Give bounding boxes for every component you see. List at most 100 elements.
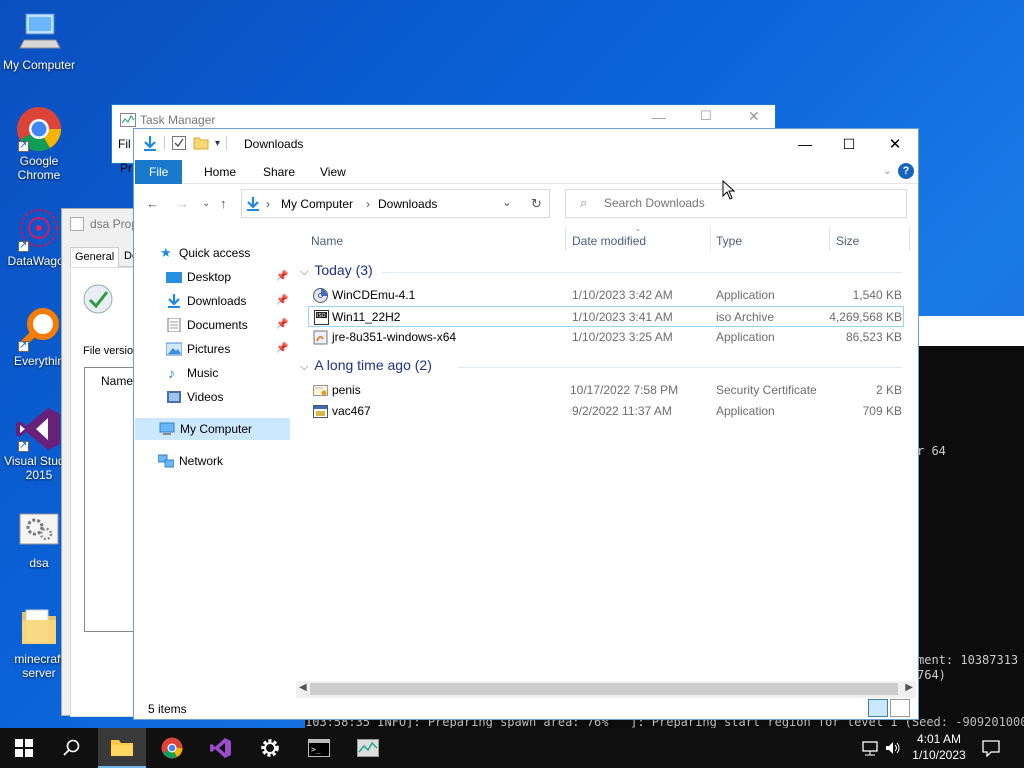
- close-button[interactable]: ✕: [872, 129, 918, 159]
- title-bar[interactable]: ▾ Downloads — ☐ ✕: [134, 129, 918, 159]
- breadcrumb-my-computer[interactable]: My Computer: [281, 197, 353, 211]
- file-version-label: File version: [83, 345, 140, 357]
- address-bar[interactable]: › My Computer › Downloads ⌄: [241, 189, 550, 218]
- taskbar-visual-studio[interactable]: [197, 728, 245, 768]
- file-name: jre-8u351-windows-x64: [332, 330, 457, 344]
- taskbar-task-manager[interactable]: [344, 728, 392, 768]
- taskbar-file-explorer[interactable]: [98, 728, 146, 768]
- network-icon[interactable]: [862, 740, 878, 756]
- nav-desktop[interactable]: Desktop 📌: [134, 266, 294, 288]
- minimize-button[interactable]: —: [782, 129, 828, 159]
- tab-file[interactable]: File: [135, 160, 183, 184]
- pin-icon[interactable]: 📌: [276, 290, 288, 312]
- forward-arrow-icon[interactable]: →: [176, 196, 189, 211]
- nav-documents[interactable]: Documents 📌: [134, 314, 294, 336]
- terminal-window[interactable]: r 64 ment: 10387313 764): [905, 346, 1024, 726]
- task-manager-tab-processes[interactable]: Pr: [120, 161, 132, 175]
- desktop-icon: [166, 272, 182, 283]
- column-separator: [565, 227, 566, 251]
- desktop-icon-my-computer[interactable]: My Computer: [0, 10, 78, 72]
- background-window-edge: [905, 316, 1024, 346]
- nav-label: Desktop: [187, 270, 232, 284]
- desktop-icon-chrome[interactable]: Google Chrome: [0, 106, 78, 182]
- breadcrumb-separator-icon: ›: [266, 197, 270, 211]
- file-type: Security Certificate: [716, 383, 817, 397]
- search-box[interactable]: ⌕: [565, 189, 907, 218]
- nav-quick-access[interactable]: ★ Quick access: [134, 242, 294, 264]
- nav-network[interactable]: Network: [134, 450, 294, 472]
- refresh-icon[interactable]: ↻: [524, 189, 550, 218]
- group-header-today[interactable]: ⌵ Today (3): [300, 262, 902, 279]
- column-header-size[interactable]: Size: [836, 234, 859, 248]
- file-row[interactable]: vac467 9/2/2022 11:37 AM Application 709…: [308, 401, 904, 422]
- taskbar-settings[interactable]: [246, 728, 294, 768]
- terminal-line: r 64: [917, 444, 946, 458]
- taskbar-chrome[interactable]: [148, 728, 196, 768]
- expand-ribbon-chevron-icon[interactable]: ⌄: [883, 164, 892, 177]
- nav-label: Network: [179, 454, 224, 468]
- recent-locations-chevron-icon[interactable]: ⌄: [202, 198, 210, 209]
- task-manager-icon: [120, 113, 136, 127]
- properties-check-icon[interactable]: [171, 135, 187, 151]
- file-type: Application: [716, 330, 775, 344]
- system-clock[interactable]: 4:01 AM 1/10/2023: [906, 731, 972, 763]
- horizontal-scrollbar[interactable]: ◀ ▶: [296, 681, 916, 698]
- tab-view[interactable]: View: [306, 160, 360, 184]
- back-arrow-icon[interactable]: ←: [146, 196, 159, 211]
- pin-icon[interactable]: 📌: [276, 266, 288, 288]
- notifications-icon[interactable]: [982, 739, 1000, 757]
- file-size: 709 KB: [862, 404, 902, 418]
- file-row[interactable]: WinCDEmu-4.1 1/10/2023 3:42 AM Applicati…: [308, 285, 904, 306]
- nav-downloads[interactable]: Downloads 📌: [134, 290, 294, 312]
- desktop-icon-label: Everythin: [13, 354, 65, 368]
- details-view-icon[interactable]: [868, 699, 888, 717]
- customize-toolbar-chevron-icon[interactable]: ▾: [215, 138, 220, 149]
- start-button[interactable]: [0, 728, 48, 768]
- close-button[interactable]: ✕: [748, 108, 760, 125]
- tab-home[interactable]: Home: [190, 160, 250, 184]
- taskbar-command-prompt[interactable]: >_: [295, 728, 343, 768]
- nav-label: My Computer: [180, 422, 253, 436]
- file-row[interactable]: jre-8u351-windows-x64 1/10/2023 3:25 AM …: [308, 327, 904, 348]
- large-icons-view-icon[interactable]: [890, 699, 910, 717]
- tab-share[interactable]: Share: [249, 160, 309, 184]
- tab-general[interactable]: General: [70, 247, 120, 267]
- file-size: 1,540 KB: [852, 288, 902, 302]
- nav-music[interactable]: ♪ Music: [134, 362, 294, 384]
- maximize-button[interactable]: ☐: [700, 108, 712, 124]
- address-dropdown-chevron-icon[interactable]: ⌄: [502, 195, 512, 209]
- search-button[interactable]: [48, 728, 96, 768]
- help-icon[interactable]: ?: [898, 163, 914, 179]
- maximize-button[interactable]: ☐: [826, 129, 872, 159]
- breadcrumb-downloads[interactable]: Downloads: [378, 197, 437, 211]
- column-header-name[interactable]: Name: [311, 234, 343, 248]
- file-row[interactable]: ISO Win11_22H2 1/10/2023 3:41 AM iso Arc…: [308, 306, 904, 327]
- downloads-arrow-icon[interactable]: [142, 135, 158, 151]
- up-arrow-icon[interactable]: ↑: [220, 196, 227, 211]
- pin-icon[interactable]: 📌: [276, 314, 288, 336]
- volume-icon[interactable]: [885, 740, 901, 756]
- file-size: 4,269,568 KB: [829, 310, 902, 324]
- task-manager-menu-file[interactable]: Fil: [118, 137, 131, 151]
- file-row[interactable]: penis 10/17/2022 7:58 PM Security Certif…: [308, 380, 904, 401]
- desktop-icon-label: Google Chrome: [17, 154, 61, 182]
- clock-date: 1/10/2023: [912, 748, 966, 762]
- nav-videos[interactable]: Videos: [134, 386, 294, 408]
- nav-my-computer[interactable]: My Computer: [135, 418, 290, 440]
- new-folder-icon[interactable]: [193, 135, 209, 151]
- group-header-long-ago[interactable]: ⌵ A long time ago (2): [300, 357, 902, 374]
- search-input[interactable]: [604, 196, 884, 210]
- column-header-date[interactable]: Date modified: [572, 234, 646, 248]
- column-header-type[interactable]: Type: [716, 234, 742, 248]
- nav-pictures[interactable]: Pictures 📌: [134, 338, 294, 360]
- minimize-button[interactable]: —: [652, 109, 666, 125]
- svg-text:ISO: ISO: [317, 313, 326, 319]
- folder-icon: [16, 604, 62, 650]
- scroll-right-arrow-icon[interactable]: ▶: [905, 682, 913, 693]
- file-type: Application: [716, 404, 775, 418]
- search-icon: [63, 739, 80, 756]
- pin-icon[interactable]: 📌: [276, 338, 288, 360]
- scrollbar-thumb[interactable]: [310, 683, 898, 695]
- scroll-left-arrow-icon[interactable]: ◀: [299, 682, 307, 693]
- file-explorer-window[interactable]: ▾ Downloads — ☐ ✕ File Home Share View ⌄…: [133, 128, 919, 720]
